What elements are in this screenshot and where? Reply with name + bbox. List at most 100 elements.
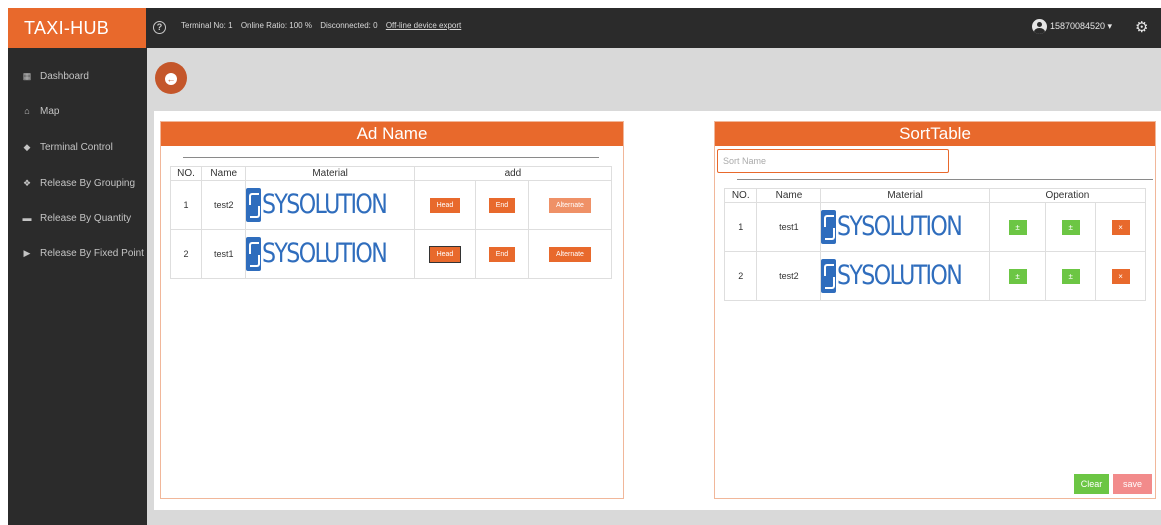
main-content: Ad Name NO. Name Material add 1 test2 SY… bbox=[154, 111, 1161, 510]
help-icon[interactable]: ? bbox=[153, 21, 166, 34]
table-header-row: NO. Name Material Operation bbox=[723, 188, 1147, 203]
divider bbox=[737, 179, 1153, 180]
column-header-no: NO. bbox=[723, 188, 758, 203]
material-cell: SYSOLUTION bbox=[820, 251, 990, 301]
row-no: 1 bbox=[723, 202, 758, 252]
dashboard-icon: ▦ bbox=[22, 70, 32, 81]
sysolution-logo: SYSOLUTION bbox=[246, 187, 413, 223]
divider bbox=[183, 157, 599, 158]
sysolution-logo: SYSOLUTION bbox=[246, 236, 413, 272]
alternate-cell: Alternate bbox=[527, 180, 613, 230]
logo-text: SYSOLUTION bbox=[262, 238, 388, 269]
sidebar-item-label: Terminal Control bbox=[40, 141, 113, 153]
sidebar-item-label: Dashboard bbox=[40, 70, 89, 82]
move-up-button[interactable]: ± bbox=[1008, 268, 1027, 284]
top-bar: TAXI-HUB ? Terminal No: 1 Online Ratio: … bbox=[8, 8, 1161, 48]
end-cell: End bbox=[475, 180, 529, 230]
table-row: 1 test2 SYSOLUTION Head End Alternate bbox=[169, 180, 613, 230]
table-row: 2 test1 SYSOLUTION Head End Alternate bbox=[169, 229, 613, 279]
car-icon: ◆ bbox=[23, 141, 31, 152]
move-up-cell: ± bbox=[988, 251, 1047, 301]
row-name: test2 bbox=[201, 180, 247, 230]
gear-icon[interactable]: ⚙ bbox=[1135, 18, 1148, 36]
move-down-cell: ± bbox=[1045, 251, 1097, 301]
play-icon: ▶ bbox=[23, 247, 31, 258]
quantity-icon: ▬ bbox=[22, 213, 32, 223]
material-cell: SYSOLUTION bbox=[245, 180, 415, 230]
row-no: 2 bbox=[169, 229, 203, 279]
end-button[interactable]: End bbox=[488, 197, 516, 213]
offline-export-link[interactable]: Off-line device export bbox=[386, 21, 461, 30]
terminal-status: Terminal No: 1 Online Ratio: 100 % Disco… bbox=[181, 21, 467, 30]
sidebar-item-label: Map bbox=[40, 105, 60, 117]
end-cell: End bbox=[475, 229, 529, 279]
move-up-button[interactable]: ± bbox=[1008, 219, 1027, 235]
move-up-cell: ± bbox=[988, 202, 1047, 252]
logo-text: SYSOLUTION bbox=[837, 260, 963, 291]
material-cell: SYSOLUTION bbox=[820, 202, 990, 252]
sysolution-logo: SYSOLUTION bbox=[821, 209, 988, 245]
remove-button[interactable]: × bbox=[1111, 268, 1130, 284]
sysolution-badge-icon bbox=[246, 236, 262, 271]
clear-button[interactable]: Clear bbox=[1074, 474, 1109, 494]
table-header-row: NO. Name Material add bbox=[169, 166, 613, 181]
logo-text: SYSOLUTION bbox=[262, 189, 388, 220]
column-header-name: Name bbox=[201, 166, 247, 181]
head-button[interactable]: Head bbox=[428, 245, 462, 263]
column-header-operation: Operation bbox=[988, 188, 1147, 203]
material-cell: SYSOLUTION bbox=[245, 229, 415, 279]
sort-table-title: SortTable bbox=[715, 122, 1155, 146]
head-cell: Head bbox=[413, 180, 477, 230]
alternate-button[interactable]: Alternate bbox=[548, 246, 591, 262]
save-button[interactable]: save bbox=[1113, 474, 1152, 494]
sysolution-badge-icon bbox=[246, 187, 262, 222]
move-down-cell: ± bbox=[1045, 202, 1097, 252]
brand-logo[interactable]: TAXI-HUB bbox=[8, 8, 146, 48]
terminal-no: Terminal No: 1 bbox=[181, 21, 233, 30]
sidebar-item-dashboard[interactable]: ▦ Dashboard bbox=[8, 62, 147, 90]
sysolution-logo: SYSOLUTION bbox=[821, 258, 988, 294]
row-name: test1 bbox=[756, 202, 822, 252]
sidebar-item-label: Release By Quantity bbox=[40, 212, 132, 224]
sort-name-input[interactable] bbox=[717, 149, 949, 173]
head-button[interactable]: Head bbox=[429, 197, 461, 213]
sidebar-item-label: Release By Grouping bbox=[40, 177, 136, 189]
remove-cell: × bbox=[1095, 251, 1146, 301]
logo-text: SYSOLUTION bbox=[837, 211, 963, 242]
arrow-left-icon: ← bbox=[165, 73, 177, 85]
sidebar-item-release-by-quantity[interactable]: ▬ Release By Quantity bbox=[8, 204, 147, 232]
remove-cell: × bbox=[1095, 202, 1146, 252]
end-button[interactable]: End bbox=[488, 246, 516, 262]
row-no: 2 bbox=[723, 251, 758, 301]
sidebar-item-terminal-control[interactable]: ◆ Terminal Control bbox=[8, 133, 147, 161]
sysolution-badge-icon bbox=[821, 258, 837, 293]
row-name: test2 bbox=[756, 251, 822, 301]
table-row: 1 test1 SYSOLUTION ± ± × bbox=[723, 202, 1146, 252]
map-icon: ⌂ bbox=[24, 106, 30, 116]
user-avatar-icon bbox=[1032, 19, 1047, 34]
move-down-button[interactable]: ± bbox=[1061, 268, 1080, 284]
column-header-material: Material bbox=[245, 166, 415, 181]
sort-table: NO. Name Material Operation 1 test1 SYSO… bbox=[723, 188, 1147, 301]
sidebar-item-label: Release By Fixed Point bbox=[40, 247, 144, 259]
back-button[interactable]: ← bbox=[155, 62, 187, 94]
ad-name-panel: Ad Name NO. Name Material add 1 test2 SY… bbox=[160, 121, 624, 499]
remove-button[interactable]: × bbox=[1111, 219, 1130, 235]
sidebar-item-release-by-fixed-point[interactable]: ▶ Release By Fixed Point bbox=[8, 239, 147, 267]
head-cell: Head bbox=[413, 229, 477, 279]
column-header-add: add bbox=[413, 166, 613, 181]
alternate-button[interactable]: Alternate bbox=[548, 197, 591, 213]
sidebar-item-release-by-grouping[interactable]: ❖ Release By Grouping bbox=[8, 169, 147, 197]
sidebar: ▦ Dashboard ⌂ Map ◆ Terminal Control ❖ R… bbox=[8, 48, 147, 525]
move-down-button[interactable]: ± bbox=[1061, 219, 1080, 235]
ad-name-title: Ad Name bbox=[161, 122, 623, 146]
column-header-no: NO. bbox=[169, 166, 203, 181]
sidebar-item-map[interactable]: ⌂ Map bbox=[8, 97, 147, 125]
user-menu[interactable]: 15870084520 ▾ bbox=[1032, 19, 1112, 34]
column-header-material: Material bbox=[820, 188, 990, 203]
column-header-name: Name bbox=[756, 188, 822, 203]
online-ratio: Online Ratio: 100 % bbox=[240, 21, 312, 30]
disconnected-count: Disconnected: 0 bbox=[320, 21, 378, 30]
user-phone: 15870084520 ▾ bbox=[1050, 21, 1113, 31]
table-row: 2 test2 SYSOLUTION ± ± × bbox=[723, 251, 1146, 301]
